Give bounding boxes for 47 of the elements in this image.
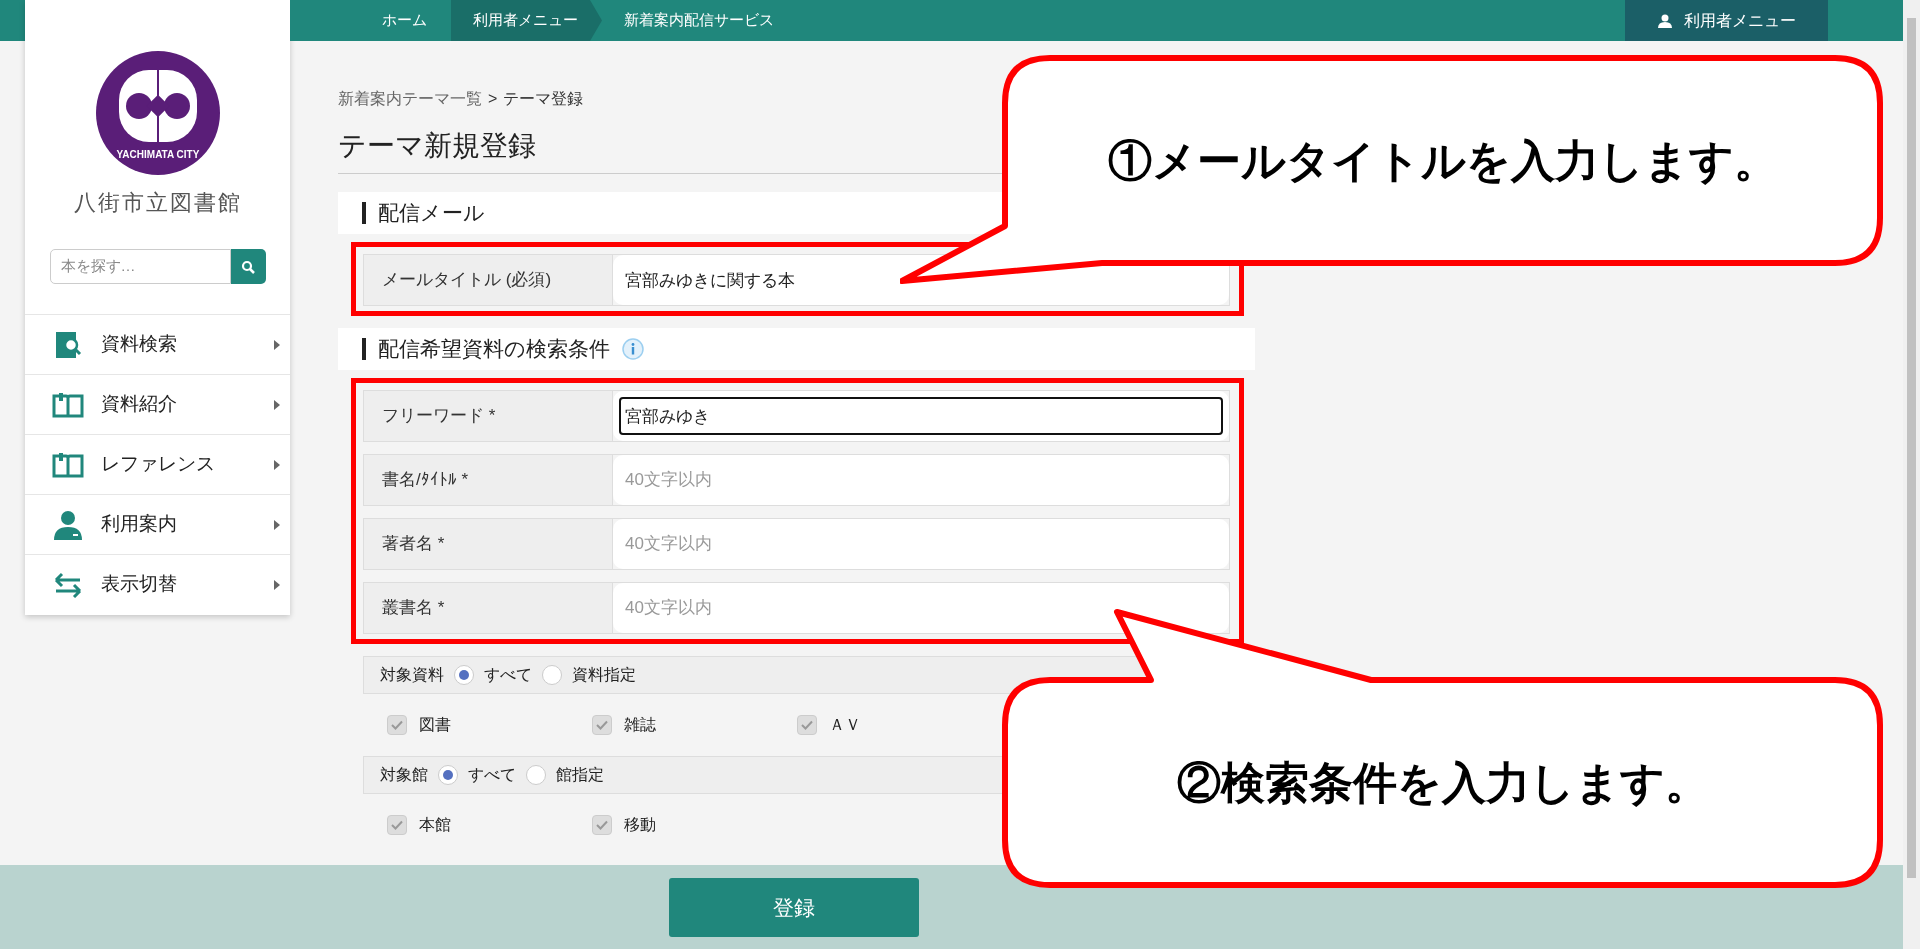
search-book-icon [53,329,83,360]
nav-breadcrumb[interactable]: ホーム [360,0,451,41]
radio-option[interactable]: すべて [438,763,516,787]
user-menu-button[interactable]: 利用者メニュー [1625,0,1828,41]
callout-text: ①メールタイトルを入力します。 [1107,134,1778,187]
menu-item[interactable]: 利用案内 [25,494,290,554]
open-book-icon [52,451,84,478]
field-label: メールタイトル (必須) [364,255,613,305]
search-button[interactable] [230,249,266,284]
caret-icon [274,579,280,590]
callout-text: ②検索条件を入力します。 [1176,756,1709,809]
logo-text: YACHIMATA CITY [116,149,199,160]
top-bar-edge [0,0,25,41]
checkmark-icon [596,820,608,830]
menu-item[interactable]: レファレンス [25,434,290,494]
search-icon [241,259,255,274]
filter-label: 対象館 [380,765,428,785]
checkmark-icon [596,720,608,730]
nav-breadcrumb[interactable]: 新着案内配信サービス [602,0,798,41]
filter-label: 対象資料 [380,665,444,685]
section-title: 配信希望資料の検索条件 [378,336,610,363]
breadcrumb-link[interactable]: 新着案内テーマ一覧 [338,87,482,111]
caret-icon [274,339,280,350]
radio-option[interactable]: 館指定 [526,763,604,787]
section-title: 配信メール [378,200,485,227]
nav-breadcrumb[interactable]: 利用者メニュー [451,0,602,41]
checkmark-icon [801,720,813,730]
register-button[interactable]: 登録 [668,878,919,937]
radio-option[interactable]: 資料指定 [542,663,636,687]
caret-icon [274,519,280,530]
user-icon [1657,13,1672,28]
library-name: 八街市立図書館 [72,189,243,217]
person-icon [53,509,83,540]
search-field[interactable]: 本を探す… [49,249,231,284]
swap-arrows-icon [53,571,83,598]
breadcrumb-separator: > [488,89,498,109]
caret-icon [274,399,280,410]
caret-icon [274,459,280,470]
radio-option[interactable]: すべて [454,663,532,687]
menu-item[interactable]: 表示切替 [25,554,290,614]
checkmark-icon [391,720,403,730]
open-book-icon [52,391,84,418]
menu-item[interactable]: 資料紹介 [25,374,290,434]
checkmark-icon [391,820,403,830]
info-icon [622,338,644,360]
breadcrumb-current: テーマ登録 [503,89,584,109]
menu-item[interactable]: 資料検索 [25,314,290,374]
